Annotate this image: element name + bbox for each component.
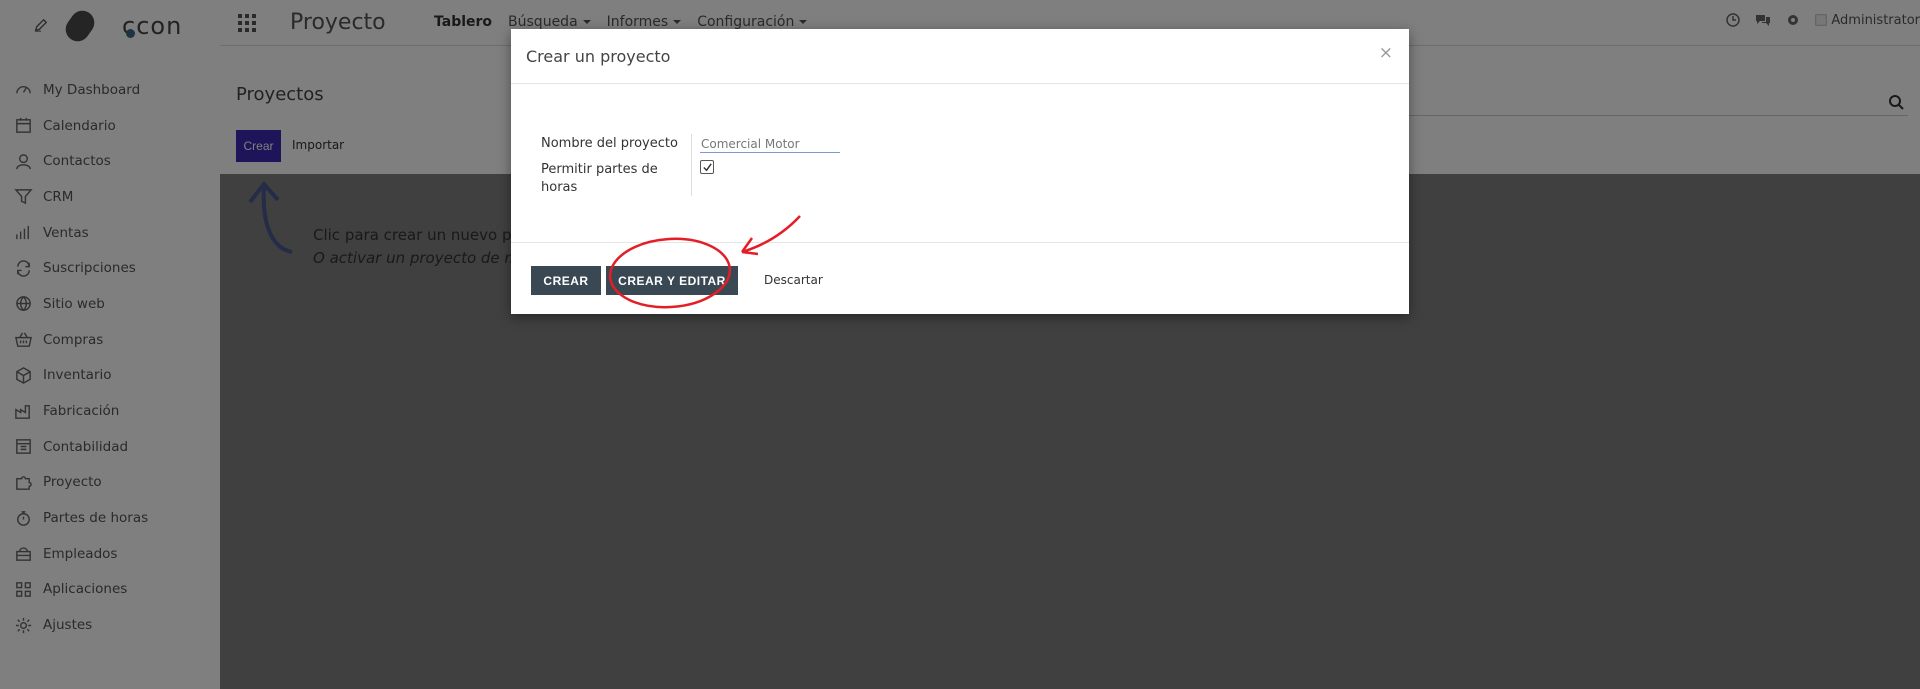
dialog-title: Crear un proyecto bbox=[526, 47, 671, 66]
field-divider bbox=[691, 134, 692, 196]
create-project-dialog: Crear un proyecto × Nombre del proyecto … bbox=[511, 29, 1409, 314]
dialog-body: Nombre del proyecto Permitir partes de h… bbox=[511, 84, 1409, 243]
dialog-footer: CREAR CREAR Y EDITAR Descartar bbox=[511, 243, 1409, 313]
project-name-input[interactable] bbox=[700, 135, 840, 153]
dialog-header: Crear un proyecto × bbox=[511, 29, 1409, 84]
timesheets-checkbox[interactable] bbox=[700, 160, 714, 174]
checkmark-icon bbox=[702, 162, 712, 171]
close-icon[interactable]: × bbox=[1379, 43, 1393, 63]
timesheets-label: Permitir partes de horas bbox=[541, 162, 658, 195]
descartar-button[interactable]: Descartar bbox=[764, 273, 823, 287]
project-name-label: Nombre del proyecto bbox=[541, 136, 678, 151]
crear-button[interactable]: CREAR bbox=[531, 266, 601, 295]
crear-y-editar-button[interactable]: CREAR Y EDITAR bbox=[606, 266, 738, 295]
